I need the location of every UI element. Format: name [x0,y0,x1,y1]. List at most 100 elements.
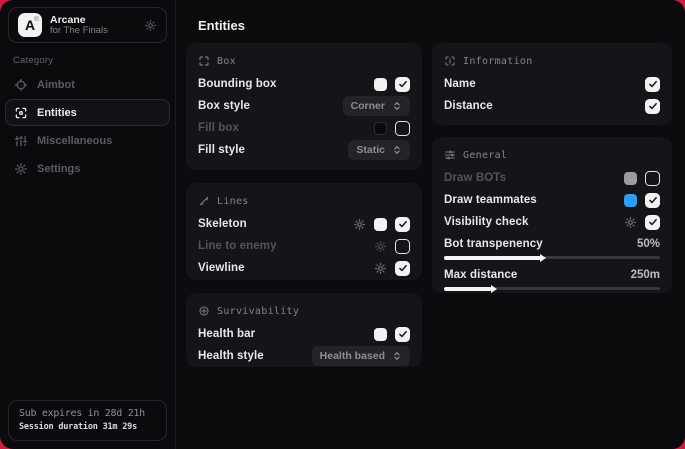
setting-row-skeleton: Skeleton [198,213,410,235]
setting-row-name: Name [444,73,660,95]
color-swatch[interactable] [624,194,637,207]
sidebar-item-settings[interactable]: Settings [5,155,170,182]
bot-transparency-slider[interactable] [444,256,660,259]
slider-fill [444,287,492,291]
gear-icon [14,162,28,176]
gear-icon[interactable] [374,240,387,253]
survivability-section-card: Survivability Health bar Health style He… [186,293,422,367]
section-title-information: Information [463,56,533,67]
app-settings-gear-icon[interactable] [144,19,157,32]
check-icon [398,329,408,339]
information-section-card: Information Name Distance [432,43,672,125]
bot-transparency-value: 50% [637,238,660,250]
section-title-general: General [463,150,507,161]
check-icon [648,101,658,111]
checkbox-draw-bots[interactable] [645,171,660,186]
lines-section-card: Lines Skeleton Line to enemy Viewline [186,183,422,280]
app-logo: A [18,13,42,37]
checkbox-distance[interactable] [645,99,660,114]
app-header-card: A Arcane for The Finals [8,7,167,43]
max-distance-slider[interactable] [444,287,660,290]
check-icon [648,217,658,227]
setting-row-distance: Distance [444,95,660,117]
section-title-box: Box [217,56,236,67]
setting-label: Draw BOTs [444,172,506,184]
horizontal-sliders-icon [444,149,456,161]
section-title-survivability: Survivability [217,306,299,317]
dropdown-value: Health based [320,350,385,362]
sidebar-item-entities[interactable]: Entities [5,99,170,126]
sidebar-item-label: Settings [37,163,80,175]
gear-icon[interactable] [624,216,637,229]
bot-transparency-slider-group: Bot transpenency 50% [444,234,660,259]
color-swatch[interactable] [374,328,387,341]
lifebuoy-icon [198,305,210,317]
slider-fill [444,256,541,260]
slider-thumb[interactable] [540,254,546,262]
subscription-info-box: Sub expires in 28d 21h Session duration … [8,400,167,441]
app-subtitle: for The Finals [50,26,136,37]
crosshair-icon [14,78,28,92]
scan-eye-icon [14,106,28,120]
setting-label: Health style [198,350,264,362]
health-style-dropdown[interactable]: Health based [312,346,410,366]
setting-label: Bounding box [198,78,277,90]
checkbox-fill-box[interactable] [395,121,410,136]
sidebar: A Arcane for The Finals Category Aimbot … [0,0,176,449]
check-icon [398,263,408,273]
sidebar-item-label: Miscellaneous [37,135,112,147]
color-swatch[interactable] [624,172,637,185]
box-style-dropdown[interactable]: Corner [343,96,410,116]
setting-label: Max distance [444,269,517,281]
setting-label: Health bar [198,328,255,340]
sidebar-item-aimbot[interactable]: Aimbot [5,71,170,98]
setting-label: Fill box [198,122,239,134]
checkbox-visibility-check[interactable] [645,215,660,230]
corner-brackets-icon [198,55,210,67]
setting-label: Skeleton [198,218,247,230]
checkbox-viewline[interactable] [395,261,410,276]
setting-label: Line to enemy [198,240,277,252]
color-swatch[interactable] [374,78,387,91]
sidebar-item-miscellaneous[interactable]: Miscellaneous [5,127,170,154]
setting-label: Distance [444,100,493,112]
app-name: Arcane [50,14,136,26]
setting-row-health-style: Health style Health based [198,345,410,367]
slider-thumb[interactable] [491,285,497,293]
category-label: Category [13,55,53,66]
max-distance-slider-group: Max distance 250m [444,265,660,290]
check-icon [648,79,658,89]
check-icon [398,79,408,89]
checkbox-bounding-box[interactable] [395,77,410,92]
pencil-line-icon [198,195,210,207]
setting-label: Visibility check [444,216,529,228]
gear-icon[interactable] [374,262,387,275]
setting-row-draw-teammates: Draw teammates [444,189,660,211]
chevron-updown-icon [392,351,402,361]
color-swatch[interactable] [374,122,387,135]
sidebar-item-label: Aimbot [37,79,75,91]
session-duration-text: Session duration 31m 29s [19,422,156,432]
checkbox-skeleton[interactable] [395,217,410,232]
setting-row-visibility-check: Visibility check [444,211,660,233]
setting-row-line-to-enemy: Line to enemy [198,235,410,257]
checkbox-line-to-enemy[interactable] [395,239,410,254]
gear-icon[interactable] [353,218,366,231]
fill-style-dropdown[interactable]: Static [348,140,410,160]
main-content: Entities Box Bounding box Box style Corn… [176,0,685,449]
setting-row-health-bar: Health bar [198,323,410,345]
setting-label: Viewline [198,262,245,274]
setting-label: Fill style [198,144,245,156]
checkbox-name[interactable] [645,77,660,92]
sub-expiry-text: Sub expires in 28d 21h [19,408,156,419]
sidebar-item-label: Entities [37,107,77,119]
setting-row-fill-box: Fill box [198,117,410,139]
check-icon [648,195,658,205]
setting-row-draw-bots: Draw BOTs [444,167,660,189]
color-swatch[interactable] [374,218,387,231]
max-distance-value: 250m [631,269,660,281]
dropdown-value: Static [356,144,385,156]
dropdown-value: Corner [351,100,385,112]
checkbox-health-bar[interactable] [395,327,410,342]
checkbox-draw-teammates[interactable] [645,193,660,208]
